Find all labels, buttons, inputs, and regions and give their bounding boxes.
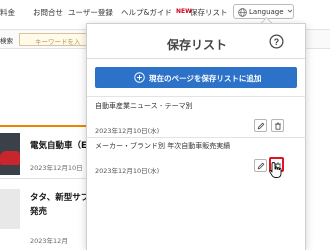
search-placeholder: キーワードを入 bbox=[35, 38, 81, 46]
nav-help-guide[interactable]: ヘルプ&ガイド bbox=[121, 7, 172, 18]
pencil-icon bbox=[257, 122, 265, 130]
nav-saved-list[interactable]: 保存リスト bbox=[190, 7, 228, 18]
article-date: 2023年12月10日 bbox=[30, 164, 83, 172]
help-icon[interactable]: ? bbox=[269, 34, 284, 49]
plus-circle-icon bbox=[134, 72, 145, 83]
car-image bbox=[0, 151, 20, 165]
svg-text:?: ? bbox=[274, 37, 279, 47]
section-divider bbox=[0, 125, 95, 127]
globe-icon bbox=[238, 7, 247, 17]
pencil-icon bbox=[257, 162, 265, 170]
edit-button[interactable] bbox=[254, 159, 267, 172]
article-thumbnail[interactable] bbox=[0, 133, 20, 175]
article-title-continued[interactable]: 発売 bbox=[30, 205, 47, 217]
language-label: Language bbox=[249, 7, 284, 16]
article-title[interactable]: タタ、新型サブ bbox=[30, 191, 89, 203]
top-navigation: 料金 お問合せ ユーザー登録 ヘルプ&ガイド NEW 保存リスト Languag… bbox=[0, 0, 330, 24]
trash-icon bbox=[275, 122, 281, 130]
article-thumbnail[interactable] bbox=[0, 189, 20, 229]
saved-item-date: 2023年12月10日(水) bbox=[95, 127, 160, 135]
hand-cursor-icon bbox=[269, 162, 282, 178]
language-selector[interactable]: Language bbox=[233, 4, 294, 19]
nav-register[interactable]: ユーザー登録 bbox=[68, 7, 113, 18]
saved-item-label[interactable]: 自動車産業ニュース - テーマ別 bbox=[95, 101, 193, 111]
article-title[interactable]: 電気自動車（EV bbox=[30, 139, 93, 151]
add-button-label: 現在のページを保存リストに追加 bbox=[149, 74, 262, 83]
chevron-down-icon bbox=[287, 9, 293, 13]
saved-item-label[interactable]: メーカー・ブランド別 年次自動車販売実績 bbox=[95, 141, 230, 151]
nav-pricing[interactable]: 料金 bbox=[0, 7, 15, 18]
saved-item-date: 2023年12月10日(水) bbox=[95, 167, 160, 175]
delete-button[interactable] bbox=[271, 119, 284, 132]
list-divider bbox=[87, 137, 307, 138]
add-current-page-button[interactable]: 現在のページを保存リストに追加 bbox=[95, 67, 297, 88]
search-category: 検索 bbox=[0, 37, 13, 45]
popup-header-divider bbox=[87, 58, 307, 59]
nav-contact[interactable]: お問合せ bbox=[33, 7, 63, 18]
list-divider bbox=[87, 96, 307, 97]
article-divider bbox=[0, 178, 90, 179]
article-date: 2023年12月 bbox=[30, 237, 68, 245]
saved-list-popup: 保存リスト ? 現在のページを保存リストに追加 自動車産業ニュース - テーマ別… bbox=[86, 23, 307, 250]
edit-button[interactable] bbox=[254, 119, 267, 132]
